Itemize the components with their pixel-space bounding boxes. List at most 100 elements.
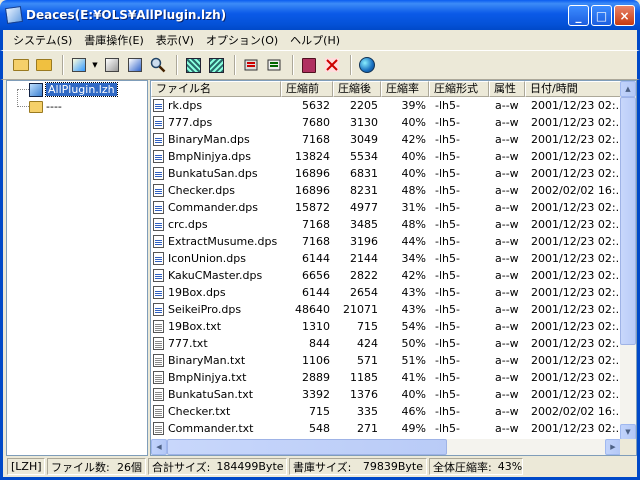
- horizontal-scroll-thumb[interactable]: [167, 439, 447, 455]
- method-cell: -lh5-: [435, 422, 460, 435]
- scroll-right-button[interactable]: ▶: [605, 439, 621, 455]
- attribute-cell: a--w: [495, 201, 519, 214]
- globe-icon[interactable]: [357, 55, 377, 75]
- attribute-cell: a--w: [495, 184, 519, 197]
- table-row[interactable]: crc.dps 7168 3485 48% -lh5- a--w 2001/12/23 02…: [151, 216, 621, 233]
- tool-alt-icon[interactable]: [264, 55, 284, 75]
- scroll-up-button[interactable]: ▲: [620, 81, 636, 97]
- menu-help[interactable]: ヘルプ(H): [284, 32, 346, 48]
- table-row[interactable]: SeikeiPro.dps 48640 21071 43% -lh5- a--w 2001/…: [151, 301, 621, 318]
- title-bar[interactable]: Deaces(E:¥OLS¥AllPlugin.lzh) _ □ ×: [0, 0, 640, 30]
- datetime-cell: 2001/12/23 02:..: [531, 422, 621, 435]
- tree-item-archive[interactable]: AllPlugin.lzh: [29, 81, 118, 98]
- dropdown-arrow-icon[interactable]: ▼: [92, 55, 98, 75]
- open-folder-star-icon[interactable]: [34, 55, 54, 75]
- book-icon[interactable]: [299, 55, 319, 75]
- tool-icon[interactable]: [241, 55, 261, 75]
- table-row[interactable]: Checker.txt 715 335 46% -lh5- a--w 2002/02/02 …: [151, 403, 621, 420]
- table-row[interactable]: 777.dps 7680 3130 40% -lh5- a--w 2001/12/23 02…: [151, 114, 621, 131]
- horizontal-scrollbar[interactable]: ◀ ▶: [151, 439, 621, 455]
- window-title: Deaces(E:¥OLS¥AllPlugin.lzh): [26, 8, 227, 22]
- method-cell: -lh5-: [435, 184, 460, 197]
- menu-options[interactable]: オプション(O): [200, 32, 284, 48]
- compressed-size-cell: 6831: [350, 167, 378, 180]
- menu-archive-ops[interactable]: 書庫操作(E): [78, 32, 150, 48]
- file-name: BunkatuSan.txt: [168, 388, 254, 401]
- status-archive-size: 書庫サイズ: 79839Byte: [289, 458, 427, 475]
- compressed-size-cell: 715: [357, 320, 378, 333]
- ratio-cell: 31%: [401, 201, 426, 214]
- compressed-size-cell: 3485: [350, 218, 378, 231]
- table-row[interactable]: BinaryMan.dps 7168 3049 42% -lh5- a--w 2001/12…: [151, 131, 621, 148]
- table-row[interactable]: KakuCMaster.dps 6656 2822 42% -lh5- a--w 2001/…: [151, 267, 621, 284]
- attribute-cell: a--w: [495, 388, 519, 401]
- status-file-count-value: 26個: [117, 460, 142, 474]
- file-list[interactable]: ファイル名 圧縮前 圧縮後 圧縮率 圧縮形式 属性 日付/時間 rk.dps 56…: [150, 80, 637, 456]
- minimize-button[interactable]: _: [568, 5, 589, 26]
- method-cell: -lh5-: [435, 252, 460, 265]
- original-size-cell: 16896: [295, 167, 330, 180]
- open-folder-icon[interactable]: [11, 55, 31, 75]
- attribute-cell: a--w: [495, 167, 519, 180]
- table-row[interactable]: Commander.txt 548 271 49% -lh5- a--w 2001/12/2…: [151, 420, 621, 436]
- datetime-cell: 2001/12/23 02:..: [531, 286, 621, 299]
- copy-icon[interactable]: [125, 55, 145, 75]
- table-row[interactable]: 19Box.dps 6144 2654 43% -lh5- a--w 2001/12/23 …: [151, 284, 621, 301]
- method-cell: -lh5-: [435, 201, 460, 214]
- scroll-track[interactable]: [447, 439, 605, 455]
- datetime-cell: 2001/12/23 02:..: [531, 235, 621, 248]
- column-header-compressed-size[interactable]: 圧縮後: [333, 81, 381, 97]
- tree-connector: [17, 89, 29, 90]
- original-size-cell: 7168: [302, 218, 330, 231]
- plugin-file-icon: [153, 252, 164, 265]
- table-row[interactable]: Commander.dps 15872 4977 31% -lh5- a--w 2001/1…: [151, 199, 621, 216]
- column-header-datetime[interactable]: 日付/時間: [525, 81, 621, 97]
- column-header-original-size[interactable]: 圧縮前: [281, 81, 333, 97]
- table-row[interactable]: ExtractMusume.dps 7168 3196 44% -lh5- a--w 200…: [151, 233, 621, 250]
- table-row[interactable]: rk.dps 5632 2205 39% -lh5- a--w 2001/12/23 02:…: [151, 97, 621, 114]
- table-row[interactable]: IconUnion.dps 6144 2144 34% -lh5- a--w 2001/12…: [151, 250, 621, 267]
- file-name-cell: 19Box.txt: [151, 320, 281, 333]
- scroll-left-button[interactable]: ◀: [151, 439, 167, 455]
- table-row[interactable]: BmpNinjya.dps 13824 5534 40% -lh5- a--w 2001/1…: [151, 148, 621, 165]
- table-row[interactable]: 777.txt 844 424 50% -lh5- a--w 2001/12/23 02:.…: [151, 335, 621, 352]
- attribute-cell: a--w: [495, 116, 519, 129]
- folder-tree[interactable]: AllPlugin.lzh ----: [6, 80, 148, 456]
- column-header-method[interactable]: 圧縮形式: [429, 81, 489, 97]
- scissors-icon[interactable]: [322, 55, 342, 75]
- ratio-cell: 48%: [401, 218, 426, 231]
- datetime-cell: 2001/12/23 02:..: [531, 201, 621, 214]
- close-button[interactable]: ×: [614, 5, 635, 26]
- extract-icon[interactable]: [69, 55, 89, 75]
- scroll-thumb[interactable]: [620, 97, 636, 345]
- deselect-grid-icon[interactable]: [206, 55, 226, 75]
- tree-item-folder[interactable]: ----: [29, 98, 62, 115]
- vertical-scrollbar[interactable]: ▲ ▼: [620, 81, 636, 440]
- original-size-cell: 6144: [302, 252, 330, 265]
- select-grid-icon[interactable]: [183, 55, 203, 75]
- menu-system[interactable]: システム(S): [7, 32, 78, 48]
- column-header-name[interactable]: ファイル名: [151, 81, 281, 97]
- menu-view[interactable]: 表示(V): [150, 32, 200, 48]
- scroll-down-button[interactable]: ▼: [620, 424, 636, 440]
- search-icon[interactable]: [148, 55, 168, 75]
- original-size-cell: 5632: [302, 99, 330, 112]
- maximize-button[interactable]: □: [591, 5, 612, 26]
- table-row[interactable]: BunkatuSan.dps 16896 6831 40% -lh5- a--w 2001/…: [151, 165, 621, 182]
- table-row[interactable]: 19Box.txt 1310 715 54% -lh5- a--w 2001/12/23 0…: [151, 318, 621, 335]
- compressed-size-cell: 3049: [350, 133, 378, 146]
- table-row[interactable]: BinaryMan.txt 1106 571 51% -lh5- a--w 2001/12/…: [151, 352, 621, 369]
- table-row[interactable]: BunkatuSan.txt 3392 1376 40% -lh5- a--w 2001/1…: [151, 386, 621, 403]
- box-icon[interactable]: [102, 55, 122, 75]
- original-size-cell: 15872: [295, 201, 330, 214]
- column-header-ratio[interactable]: 圧縮率: [381, 81, 429, 97]
- table-row[interactable]: BmpNinjya.txt 2889 1185 41% -lh5- a--w 2001/12…: [151, 369, 621, 386]
- column-header-attribute[interactable]: 属性: [489, 81, 525, 97]
- table-row[interactable]: Checker.dps 16896 8231 48% -lh5- a--w 2002/02/…: [151, 182, 621, 199]
- ratio-cell: 40%: [401, 116, 426, 129]
- text-file-icon: [153, 337, 164, 350]
- plugin-file-icon: [153, 150, 164, 163]
- status-overall-ratio-label: 全体圧縮率:: [433, 460, 492, 474]
- attribute-cell: a--w: [495, 303, 519, 316]
- file-name: ExtractMusume.dps: [168, 235, 278, 248]
